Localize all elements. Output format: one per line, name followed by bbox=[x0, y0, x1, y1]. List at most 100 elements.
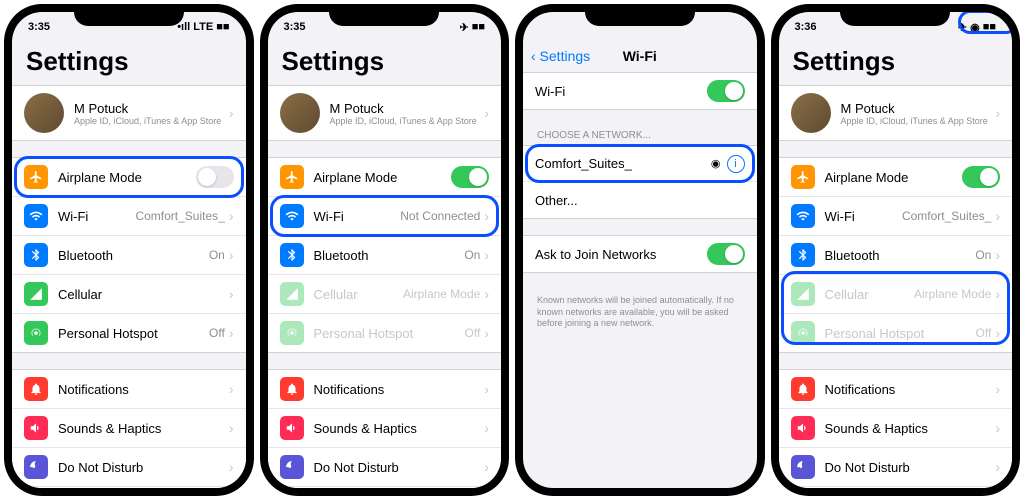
row-label: Cellular bbox=[58, 287, 225, 302]
sounds-icon bbox=[24, 416, 48, 440]
settings-row-sounds[interactable]: Sounds & Haptics› bbox=[268, 409, 502, 448]
settings-row-hotspot[interactable]: Personal HotspotOff› bbox=[779, 314, 1013, 352]
chevron-right-icon: › bbox=[229, 105, 234, 121]
row-label: Bluetooth bbox=[314, 248, 465, 263]
row-label: Notifications bbox=[825, 382, 992, 397]
cellular-icon bbox=[791, 282, 815, 306]
hotspot-icon bbox=[24, 321, 48, 345]
user-group[interactable]: M PotuckApple ID, iCloud, iTunes & App S… bbox=[268, 85, 502, 141]
page-header: Settings bbox=[268, 42, 502, 85]
chevron-right-icon: › bbox=[229, 459, 234, 475]
settings-row-sounds[interactable]: Sounds & Haptics› bbox=[12, 409, 246, 448]
chevron-right-icon: › bbox=[995, 208, 1000, 224]
settings-row-screen[interactable]: Screen Time› bbox=[12, 487, 246, 488]
chevron-right-icon: › bbox=[484, 420, 489, 436]
wifi-icon: ◉ bbox=[970, 21, 980, 34]
wifi-toggle[interactable] bbox=[707, 80, 745, 102]
row-label: Wi-Fi bbox=[825, 209, 902, 224]
row-label: Sounds & Haptics bbox=[314, 421, 481, 436]
ask-join-toggle[interactable] bbox=[707, 243, 745, 265]
settings-row-dnd[interactable]: Do Not Disturb› bbox=[268, 448, 502, 487]
airplane-icon: ✈︎ bbox=[958, 21, 967, 34]
network-row[interactable]: Other... bbox=[523, 182, 757, 218]
info-icon[interactable]: i bbox=[727, 155, 745, 173]
user-group[interactable]: M PotuckApple ID, iCloud, iTunes & App S… bbox=[779, 85, 1013, 141]
settings-row-airplane[interactable]: Airplane Mode bbox=[268, 158, 502, 197]
chevron-right-icon: › bbox=[484, 459, 489, 475]
connectivity-group: Airplane ModeWi-FiNot Connected›Bluetoot… bbox=[268, 157, 502, 353]
row-value: On bbox=[464, 248, 480, 262]
row-label: Wi-Fi bbox=[314, 209, 401, 224]
chevron-right-icon: › bbox=[995, 247, 1000, 263]
status-time: 3:35 bbox=[28, 21, 50, 33]
ask-join-group: Ask to Join Networks bbox=[523, 235, 757, 273]
settings-row-dnd[interactable]: Do Not Disturb› bbox=[12, 448, 246, 487]
row-value: Off bbox=[976, 326, 992, 340]
chevron-right-icon: › bbox=[484, 286, 489, 302]
settings-row-sounds[interactable]: Sounds & Haptics› bbox=[779, 409, 1013, 448]
row-value: Off bbox=[209, 326, 225, 340]
airplane-toggle[interactable] bbox=[451, 166, 489, 188]
settings-row-cellular[interactable]: CellularAirplane Mode› bbox=[268, 275, 502, 314]
screen: 3:35 ✈︎ ■■ SettingsM PotuckApple ID, iClou… bbox=[268, 12, 502, 488]
wifi-row[interactable]: Wi-Fi bbox=[523, 73, 757, 109]
settings-row-hotspot[interactable]: Personal HotspotOff › bbox=[12, 314, 246, 352]
row-label: Airplane Mode bbox=[314, 170, 452, 185]
phone-frame: ‹ SettingsWi-FiWi-FiCHOOSE A NETWORK...C… bbox=[515, 4, 765, 496]
user-sub: Apple ID, iCloud, iTunes & App Store bbox=[74, 116, 225, 126]
chevron-right-icon: › bbox=[229, 286, 234, 302]
battery-icon: ■■ bbox=[216, 21, 229, 33]
bluetooth-icon bbox=[24, 243, 48, 267]
settings-row-wifi[interactable]: Wi-FiNot Connected› bbox=[268, 197, 502, 236]
user-name: M Potuck bbox=[841, 101, 992, 116]
settings-row-notif[interactable]: Notifications› bbox=[268, 370, 502, 409]
row-label: Personal Hotspot bbox=[58, 326, 209, 341]
airplane-toggle[interactable] bbox=[196, 166, 234, 188]
settings-row-screen[interactable]: Screen Time› bbox=[268, 487, 502, 488]
settings-row-dnd[interactable]: Do Not Disturb› bbox=[779, 448, 1013, 487]
cellular-icon bbox=[24, 282, 48, 306]
row-label: Wi-Fi bbox=[58, 209, 135, 224]
row-value: Comfort_Suites_ bbox=[135, 209, 224, 223]
settings-row-bluetooth[interactable]: BluetoothOn› bbox=[268, 236, 502, 275]
settings-row-notif[interactable]: Notifications› bbox=[12, 370, 246, 409]
cellular-icon bbox=[280, 282, 304, 306]
row-label: Sounds & Haptics bbox=[58, 421, 225, 436]
row-value: Airplane Mode bbox=[403, 287, 480, 301]
settings-row-bluetooth[interactable]: BluetoothOn› bbox=[779, 236, 1013, 275]
connectivity-group: Airplane ModeWi-FiComfort_Suites_›Blueto… bbox=[779, 157, 1013, 353]
settings-row-notif[interactable]: Notifications› bbox=[779, 370, 1013, 409]
settings-row-bluetooth[interactable]: BluetoothOn› bbox=[12, 236, 246, 275]
hotspot-icon bbox=[791, 321, 815, 345]
chevron-right-icon: › bbox=[995, 105, 1000, 121]
status-indicators: ✈︎ ■■ bbox=[459, 21, 485, 34]
dnd-icon bbox=[791, 455, 815, 479]
row-label: Personal Hotspot bbox=[314, 326, 465, 341]
status-time: 3:35 bbox=[284, 21, 306, 33]
choose-network-label: CHOOSE A NETWORK... bbox=[523, 126, 757, 145]
user-sub: Apple ID, iCloud, iTunes & App Store bbox=[841, 116, 992, 126]
user-name: M Potuck bbox=[330, 101, 481, 116]
settings-row-airplane[interactable]: Airplane Mode bbox=[12, 158, 246, 197]
user-group[interactable]: M PotuckApple ID, iCloud, iTunes & App S… bbox=[12, 85, 246, 141]
airplane-toggle[interactable] bbox=[962, 166, 1000, 188]
ask-join-row[interactable]: Ask to Join Networks bbox=[523, 236, 757, 272]
network-row[interactable]: Comfort_Suites_◉i bbox=[523, 146, 757, 182]
settings-row-wifi[interactable]: Wi-FiComfort_Suites_› bbox=[779, 197, 1013, 236]
chevron-right-icon: › bbox=[484, 381, 489, 397]
settings-row-cellular[interactable]: CellularAirplane Mode› bbox=[779, 275, 1013, 314]
chevron-right-icon: › bbox=[229, 325, 234, 341]
row-value: On bbox=[975, 248, 991, 262]
settings-row-hotspot[interactable]: Personal HotspotOff› bbox=[268, 314, 502, 352]
help-text: Known networks will be joined automatica… bbox=[523, 289, 757, 336]
alerts-group: Notifications›Sounds & Haptics›Do Not Di… bbox=[268, 369, 502, 488]
settings-row-cellular[interactable]: Cellular › bbox=[12, 275, 246, 314]
row-label: Bluetooth bbox=[58, 248, 209, 263]
bluetooth-icon bbox=[280, 243, 304, 267]
settings-row-airplane[interactable]: Airplane Mode bbox=[779, 158, 1013, 197]
settings-row-wifi[interactable]: Wi-FiComfort_Suites_› bbox=[12, 197, 246, 236]
chevron-right-icon: › bbox=[484, 325, 489, 341]
row-label: Do Not Disturb bbox=[314, 460, 481, 475]
row-label: Personal Hotspot bbox=[825, 326, 976, 341]
settings-row-screen[interactable]: Screen Time› bbox=[779, 487, 1013, 488]
